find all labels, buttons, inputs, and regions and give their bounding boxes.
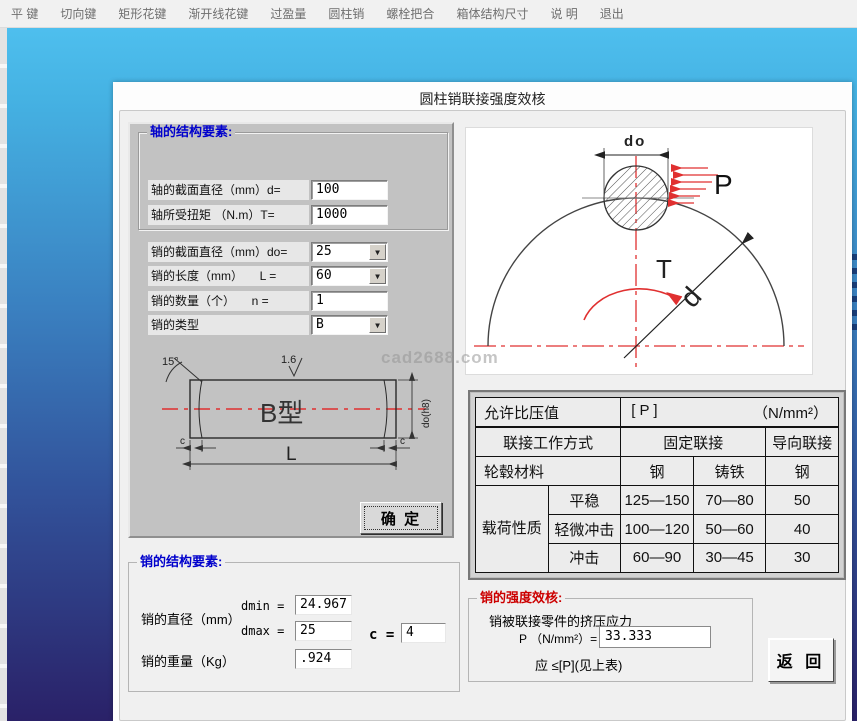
menu-item-box-dims[interactable]: 箱体结构尺寸: [445, 5, 539, 22]
shaft-section-diagram: do P T d: [465, 127, 813, 375]
shaft-torque-label: T: [656, 254, 672, 284]
guided-joint-cell: 导向联接: [766, 427, 839, 457]
stress-condition-label: 应 ≤[P](见上表): [535, 655, 622, 674]
shaft-torque-input[interactable]: 1000: [311, 205, 388, 225]
load-nature-cell: 载荷性质: [476, 486, 549, 573]
pin-structure-group: 销的结构要素: 销的直径（mm） dmin = 24.967 dmax = 25…: [128, 562, 460, 692]
window-left-edge: [0, 28, 7, 721]
shaft-input-panel: 轴的结构要素: 轴的截面直径（mm）d= 100 轴所受扭矩 （N.m）T= 1…: [128, 122, 454, 538]
menu-item-interference[interactable]: 过盈量: [259, 5, 317, 22]
light-fixed-iron: 50—60: [693, 515, 766, 544]
pin-diameter-label: 销的截面直径（mm）do=: [148, 242, 309, 262]
material-steel-cell: 钢: [621, 457, 694, 486]
impact-fixed-steel: 60—90: [621, 543, 694, 572]
shaft-d-label: d: [674, 281, 707, 313]
menu-item-bolt-join[interactable]: 螺栓把合: [375, 5, 445, 22]
pin-diameter-dropdown-icon[interactable]: ▼: [369, 244, 386, 260]
load-steady-cell: 平稳: [548, 486, 621, 515]
dmin-label: dmin =: [241, 599, 284, 613]
confirm-button[interactable]: 确 定: [360, 502, 442, 534]
strength-check-group: 销的强度效核: 销被联接零件的挤压应力 P （N/mm²）= 33.333 应 …: [468, 598, 753, 682]
menu-item-exit[interactable]: 退出: [589, 5, 635, 22]
pin-type-label: 销的类型: [148, 315, 309, 335]
pin-structure-title: 销的结构要素:: [137, 554, 225, 570]
menu-item-cyl-pin[interactable]: 圆柱销: [317, 5, 375, 22]
fixed-joint-cell: 固定联接: [621, 427, 766, 457]
menu-item-involute-spline[interactable]: 渐开线花键: [177, 5, 259, 22]
hub-material-label-cell: 轮毂材料: [476, 457, 621, 486]
pin-length-combo[interactable]: 60 ▼: [311, 266, 388, 286]
back-button[interactable]: 返 回: [768, 638, 834, 682]
pin-weight-value[interactable]: .924: [295, 649, 352, 669]
load-impact-cell: 冲击: [548, 543, 621, 572]
steady-fixed-steel: 125—150: [621, 486, 694, 515]
shaft-do-label: do: [624, 133, 646, 150]
c-value[interactable]: 4: [401, 623, 446, 643]
shaft-elements-title: 轴的结构要素:: [147, 124, 235, 140]
pin-length-dim-label: L: [286, 444, 297, 465]
menu-item-help[interactable]: 说 明: [539, 5, 588, 22]
menu-item-flat-key[interactable]: 平 键: [0, 5, 49, 22]
pin-weight-label: 销的重量（Kg）: [141, 651, 235, 670]
pin-check-dialog: 圆柱销联接强度效核 cad2688.com 轴的结构要素: 轴的截面直径（mm）…: [113, 82, 852, 721]
shaft-pressure-label: P: [714, 169, 733, 200]
impact-fixed-iron: 30—45: [693, 543, 766, 572]
pin-chamfer-right-label: c: [400, 436, 405, 447]
shaft-diameter-input[interactable]: 100: [311, 180, 388, 200]
pin-chamfer-left-label: c: [180, 436, 185, 447]
light-guided: 40: [766, 515, 839, 544]
c-label: c =: [369, 627, 394, 643]
pin-dia-result-label: 销的直径（mm）: [141, 609, 241, 628]
dmax-value[interactable]: 25: [295, 621, 352, 641]
pin-type-dropdown-icon[interactable]: ▼: [369, 317, 386, 333]
stress-formula-label: P （N/mm²）=: [519, 630, 597, 647]
strength-check-title: 销的强度效核:: [477, 590, 565, 606]
material-steel2-cell: 钢: [766, 457, 839, 486]
menu-item-tangential-key[interactable]: 切向键: [49, 5, 107, 22]
load-light-impact-cell: 轻微冲击: [548, 515, 621, 544]
material-castiron-cell: 铸铁: [693, 457, 766, 486]
shaft-torque-label: 轴所受扭矩 （N.m）T=: [148, 205, 309, 225]
pin-count-label: 销的数量（个） n =: [148, 291, 309, 311]
menu-item-rect-spline[interactable]: 矩形花键: [107, 5, 177, 22]
steady-guided: 50: [766, 486, 839, 515]
light-fixed-steel: 100—120: [621, 515, 694, 544]
dmax-label: dmax =: [241, 624, 284, 638]
dialog-title: 圆柱销联接强度效核: [113, 89, 852, 109]
pin-dia-dim-label: do(h8): [421, 399, 432, 428]
allowable-pressure-table: 允许比压值 [ P ] （N/mm²） 联接工作方式 固定联接 导向联接 轮毂材…: [468, 390, 846, 580]
pin-diameter-combo[interactable]: 25 ▼: [311, 242, 388, 262]
pin-drawing: 15° 1.6 B型 do(h8) L c: [148, 352, 440, 480]
dmin-value[interactable]: 24.967: [295, 595, 352, 615]
work-mode-label-cell: 联接工作方式: [476, 427, 621, 457]
table-unit-cell: [ P ] （N/mm²）: [621, 398, 839, 428]
pin-angle-label: 15°: [162, 356, 179, 368]
pin-length-label: 销的长度（mm） L =: [148, 266, 309, 286]
stress-value[interactable]: 33.333: [599, 626, 711, 648]
pin-count-input[interactable]: 1: [311, 291, 388, 311]
pin-length-dropdown-icon[interactable]: ▼: [369, 268, 386, 284]
impact-guided: 30: [766, 543, 839, 572]
pin-roughness-label: 1.6: [281, 354, 296, 366]
steady-fixed-iron: 70—80: [693, 486, 766, 515]
pin-type-combo[interactable]: B ▼: [311, 315, 388, 335]
shaft-diameter-label: 轴的截面直径（mm）d=: [148, 180, 309, 200]
pin-type-drawing-label: B型: [260, 398, 303, 428]
menu-bar: 平 键 切向键 矩形花键 渐开线花键 过盈量 圆柱销 螺栓把合 箱体结构尺寸 说…: [0, 0, 857, 28]
table-title-cell: 允许比压值: [476, 398, 621, 428]
